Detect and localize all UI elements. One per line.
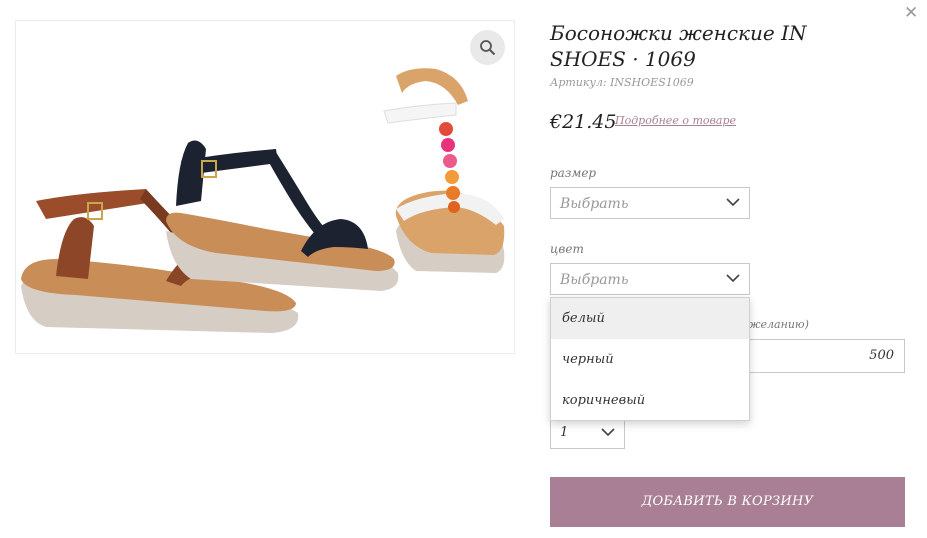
size-label: размер <box>550 166 597 180</box>
sandals-image <box>21 68 505 333</box>
color-dropdown: белый черный коричневый <box>550 297 750 421</box>
color-option-white[interactable]: белый <box>551 298 749 339</box>
color-option-black[interactable]: черный <box>551 339 749 380</box>
color-option-brown[interactable]: коричневый <box>551 380 749 421</box>
amount-input[interactable]: 500 <box>740 339 905 373</box>
sku-label: Артикул: <box>550 76 607 89</box>
color-select[interactable]: Выбрать <box>550 263 750 295</box>
product-title: Босоножки женские IN SHOES · 1069 <box>550 21 807 71</box>
product-details-link[interactable]: Подробнее о товаре <box>615 114 736 127</box>
chevron-down-icon <box>726 274 740 283</box>
sku-value: INSHOES1069 <box>610 76 694 89</box>
add-to-cart-button[interactable]: ДОБАВИТЬ В КОРЗИНУ <box>550 477 905 527</box>
chevron-down-icon <box>726 198 740 207</box>
partial-label: желанию) <box>748 318 809 331</box>
quantity-select[interactable]: 1 <box>550 420 625 449</box>
size-select-value: Выбрать <box>560 196 629 212</box>
sku-row: Артикул: INSHOES1069 <box>550 76 694 89</box>
size-select[interactable]: Выбрать <box>550 187 750 219</box>
amount-value: 500 <box>869 348 894 363</box>
color-select-value: Выбрать <box>560 272 629 288</box>
price: €21.45 <box>550 111 617 133</box>
zoom-button[interactable] <box>470 30 505 65</box>
product-image <box>15 20 515 354</box>
close-icon[interactable]: ✕ <box>904 3 918 23</box>
chevron-down-icon <box>601 428 615 437</box>
color-label: цвет <box>550 242 584 256</box>
quantity-value: 1 <box>560 425 569 440</box>
search-icon <box>480 40 496 56</box>
